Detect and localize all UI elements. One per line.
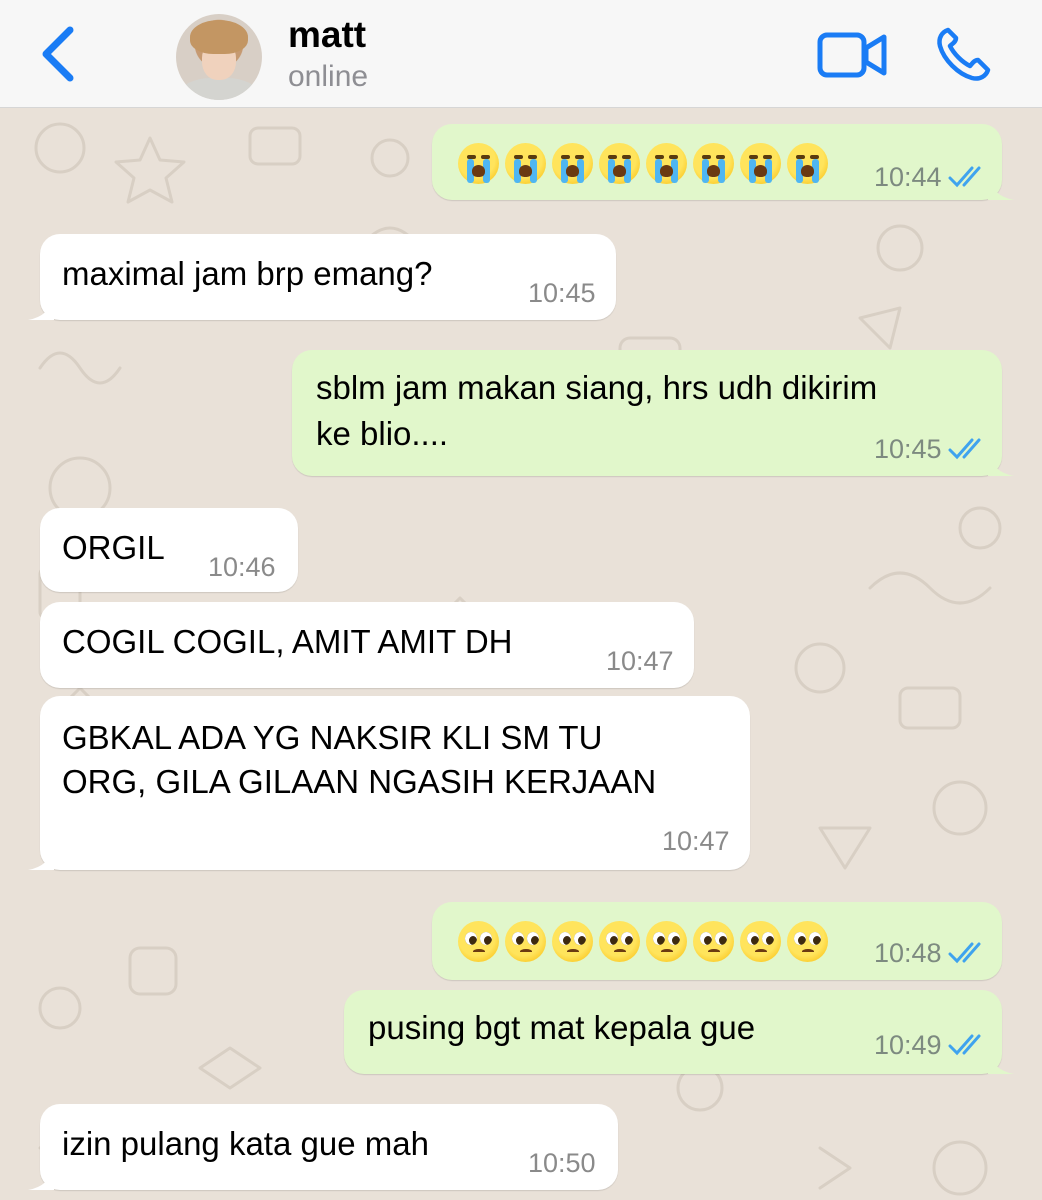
pleading-face-emoji	[505, 921, 546, 962]
double-check-icon	[948, 942, 981, 964]
message-bubble-outgoing[interactable]: 10:48	[432, 902, 1002, 980]
back-button[interactable]	[30, 22, 90, 86]
message-text: izin pulang kata gue mah	[62, 1125, 429, 1162]
message-text-line: sblm jam makan siang, hrs udh dikirim	[316, 369, 878, 406]
video-call-button[interactable]	[816, 30, 888, 80]
message-bubble-incoming[interactable]: COGIL COGIL, AMIT AMIT DH 10:47	[40, 602, 694, 688]
message-time: 10:50	[528, 1148, 596, 1178]
message-bubble-incoming[interactable]: izin pulang kata gue mah 10:50	[28, 1104, 618, 1190]
message-time: 10:49	[874, 1030, 942, 1060]
message-text: ORGIL	[62, 529, 165, 566]
contact-status: online	[288, 60, 369, 93]
emoji-row-pleading	[458, 921, 828, 962]
contact-name[interactable]: matt	[288, 14, 366, 56]
message-text: pusing bgt mat kepala gue	[368, 1009, 756, 1046]
pleading-face-emoji	[552, 921, 593, 962]
loudly-crying-face-emoji	[599, 143, 640, 184]
message-time: 10:48	[874, 938, 942, 968]
pleading-face-emoji	[458, 921, 499, 962]
message-time: 10:46	[208, 552, 276, 582]
message-time: 10:45	[874, 434, 942, 464]
emoji-row-crying	[458, 143, 828, 184]
double-check-icon	[948, 166, 981, 188]
pleading-face-emoji	[646, 921, 687, 962]
pleading-face-emoji	[693, 921, 734, 962]
message-time: 10:44	[874, 162, 942, 192]
message-text-line: ORG, GILA GILAAN NGASIH KERJAAN	[62, 763, 657, 800]
video-camera-icon	[817, 32, 887, 78]
voice-call-button[interactable]	[934, 26, 994, 82]
message-bubble-outgoing[interactable]: 10:44	[432, 124, 1014, 200]
avatar[interactable]	[176, 14, 262, 100]
message-text-line: GBKAL ADA YG NAKSIR KLI SM TU	[62, 719, 603, 756]
loudly-crying-face-emoji	[787, 143, 828, 184]
loudly-crying-face-emoji	[552, 143, 593, 184]
message-time: 10:47	[606, 646, 674, 676]
loudly-crying-face-emoji	[505, 143, 546, 184]
message-bubble-outgoing[interactable]: pusing bgt mat kepala gue 10:49	[344, 990, 1014, 1074]
message-bubble-incoming[interactable]: maximal jam brp emang? 10:45	[28, 234, 616, 320]
double-check-icon	[948, 1034, 981, 1056]
chevron-left-icon	[42, 26, 74, 82]
pleading-face-emoji	[787, 921, 828, 962]
pleading-face-emoji	[740, 921, 781, 962]
loudly-crying-face-emoji	[646, 143, 687, 184]
message-time: 10:45	[528, 278, 596, 308]
loudly-crying-face-emoji	[693, 143, 734, 184]
double-check-icon	[948, 438, 981, 460]
phone-icon	[937, 27, 991, 81]
message-text: maximal jam brp emang?	[62, 255, 433, 292]
message-bubble-incoming[interactable]: ORGIL 10:46	[40, 508, 298, 592]
message-time: 10:47	[662, 826, 730, 856]
chat-header: matt online	[0, 0, 1042, 108]
pleading-face-emoji	[599, 921, 640, 962]
message-bubble-outgoing[interactable]: sblm jam makan siang, hrs udh dikirim ke…	[292, 350, 1014, 476]
message-text-line: ke blio....	[316, 415, 449, 452]
message-bubble-incoming[interactable]: GBKAL ADA YG NAKSIR KLI SM TU ORG, GILA …	[28, 696, 750, 870]
loudly-crying-face-emoji	[740, 143, 781, 184]
message-text: COGIL COGIL, AMIT AMIT DH	[62, 623, 513, 660]
loudly-crying-face-emoji	[458, 143, 499, 184]
